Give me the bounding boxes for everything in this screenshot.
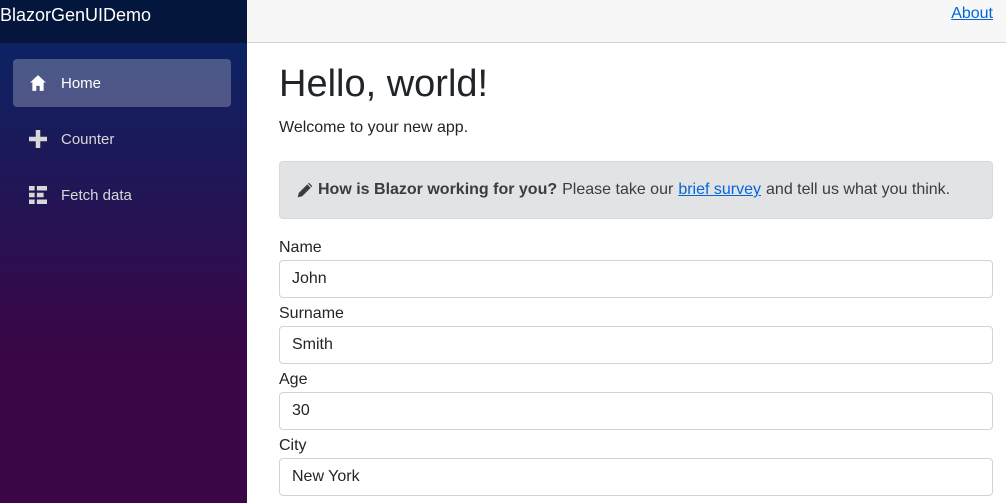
person-form: Name Surname Age City bbox=[279, 239, 993, 496]
name-field[interactable] bbox=[279, 260, 993, 298]
plus-icon bbox=[27, 128, 49, 150]
top-row: About bbox=[247, 0, 1006, 43]
sidebar-item-label: Counter bbox=[61, 130, 115, 148]
survey-text-after: and tell us what you think. bbox=[766, 181, 951, 198]
sidebar-item-label: Home bbox=[61, 74, 102, 92]
sidebar-item-home[interactable]: Home bbox=[13, 59, 231, 107]
main-content: Hello, world! Welcome to your new app. H… bbox=[279, 43, 993, 503]
name-label: Name bbox=[279, 239, 322, 256]
surname-field[interactable] bbox=[279, 326, 993, 364]
city-label: City bbox=[279, 437, 307, 454]
page-title: Hello, world! bbox=[279, 63, 489, 105]
city-field[interactable] bbox=[279, 458, 993, 496]
survey-link[interactable]: brief survey bbox=[678, 181, 761, 199]
age-field[interactable] bbox=[279, 392, 993, 430]
welcome-text: Welcome to your new app. bbox=[279, 119, 469, 136]
survey-question: How is Blazor working for you? bbox=[318, 181, 558, 198]
surname-label: Surname bbox=[279, 305, 344, 322]
sidebar-item-label: Fetch data bbox=[61, 186, 132, 204]
home-icon bbox=[27, 72, 49, 94]
sidebar: BlazorGenUIDemo Home Counter Fetch data bbox=[0, 0, 247, 503]
brand-bar: BlazorGenUIDemo bbox=[0, 0, 247, 43]
list-rich-icon bbox=[27, 184, 49, 206]
app-brand[interactable]: BlazorGenUIDemo bbox=[0, 0, 151, 30]
survey-text-before: Please take our bbox=[562, 181, 674, 198]
pencil-icon bbox=[296, 181, 314, 199]
age-label: Age bbox=[279, 371, 308, 388]
about-link[interactable]: About bbox=[951, 5, 993, 23]
sidebar-item-counter[interactable]: Counter bbox=[13, 115, 231, 163]
survey-prompt: How is Blazor working for you? Please ta… bbox=[279, 161, 993, 219]
sidebar-item-fetch-data[interactable]: Fetch data bbox=[13, 171, 231, 219]
nav-menu: Home Counter Fetch data bbox=[0, 43, 247, 219]
